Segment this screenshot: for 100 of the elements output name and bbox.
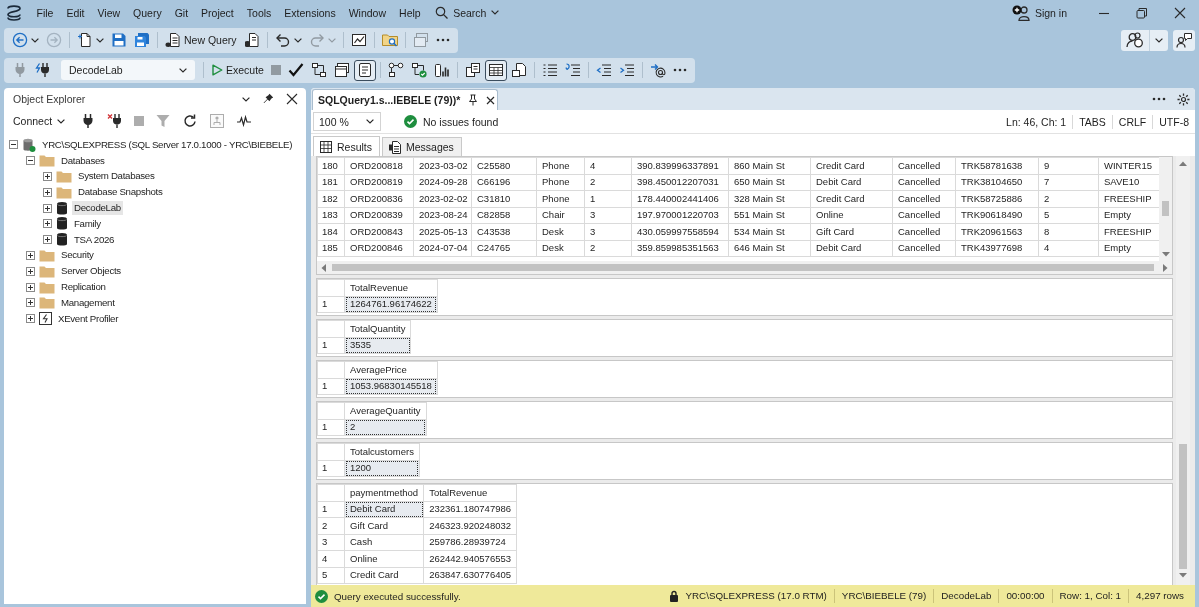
more-icon[interactable] — [1152, 97, 1166, 101]
line-ending[interactable]: CRLF — [1111, 114, 1153, 129]
menu-item[interactable]: Git — [168, 3, 195, 22]
table-cell: Cash — [344, 534, 424, 551]
table-cell: 2 — [584, 240, 632, 257]
bar-chart-icon — [433, 62, 450, 78]
person-speech-icon — [1176, 32, 1192, 48]
results-tab[interactable]: Messages — [382, 137, 462, 156]
minus-box-icon[interactable] — [9, 140, 18, 150]
new-query-button[interactable]: New Query — [162, 29, 240, 51]
column-header[interactable]: AveragePrice — [344, 361, 438, 378]
scroll-down-icon[interactable] — [1161, 252, 1170, 257]
plus-box-icon[interactable] — [26, 314, 35, 324]
minus-box-icon[interactable] — [26, 156, 35, 166]
table-cell: 398.450012207031 — [631, 174, 729, 191]
results-tab[interactable]: Results — [313, 136, 380, 156]
menu-item[interactable]: Tools — [240, 3, 278, 22]
close-icon[interactable] — [1174, 6, 1186, 19]
scroll-down-icon[interactable] — [1179, 573, 1187, 578]
tree-item[interactable]: XEvent Profiler — [56, 311, 121, 326]
plus-box-icon[interactable] — [43, 235, 52, 245]
restore-icon[interactable] — [1136, 6, 1148, 19]
horizontal-scrollbar[interactable] — [317, 261, 1172, 274]
sign-in-button[interactable]: Sign in — [1009, 1, 1069, 24]
document-tab[interactable]: SQLQuery1.s...IEBELE (79))* — [312, 89, 498, 110]
table-cell: 2024-09-28 — [413, 174, 472, 191]
pin-icon[interactable] — [262, 93, 274, 105]
vertical-scrollbar[interactable] — [1159, 157, 1172, 261]
column-header[interactable]: TotalRevenue — [423, 484, 517, 501]
results-to-grid-button[interactable] — [484, 59, 507, 81]
tree-item[interactable]: Server Objects — [59, 264, 123, 279]
scroll-right-icon[interactable] — [1163, 263, 1168, 272]
scroll-left-icon[interactable] — [321, 263, 326, 272]
plug-x-icon[interactable] — [107, 113, 124, 129]
search-button[interactable]: Search — [431, 3, 504, 22]
plus-box-icon[interactable] — [43, 172, 52, 181]
database-dropdown[interactable]: DecodeLab — [61, 60, 195, 80]
close-icon[interactable] — [286, 93, 298, 105]
connect-button[interactable]: Connect — [13, 113, 66, 129]
indentation-mode[interactable]: TABS — [1072, 114, 1112, 129]
table-cell: TRK58725886 — [955, 190, 1039, 207]
menu-item[interactable]: File — [30, 3, 60, 22]
column-header[interactable]: TotalRevenue — [344, 279, 438, 296]
menu-item[interactable]: Help — [392, 3, 428, 22]
indent-icon — [618, 62, 635, 78]
intellisense-button[interactable] — [353, 59, 376, 81]
menu-item[interactable]: Extensions — [277, 3, 343, 22]
caret-icon[interactable] — [242, 96, 250, 102]
vertical-scrollbar[interactable] — [1176, 156, 1190, 585]
tree-item[interactable]: Replication — [59, 280, 108, 295]
table-cell: 430.059997558594 — [631, 223, 729, 240]
plus-box-icon[interactable] — [43, 203, 52, 213]
plus-box-icon[interactable] — [43, 187, 52, 197]
tree-item[interactable]: DecodeLab — [72, 201, 123, 216]
share-button[interactable] — [1121, 29, 1168, 51]
table-cell: 232361.180747986 — [423, 501, 517, 518]
menu-item[interactable]: Query — [126, 3, 169, 22]
scrollbar-thumb[interactable] — [1162, 201, 1169, 216]
tree-item[interactable]: Family — [72, 216, 103, 231]
database-document-icon — [243, 32, 260, 48]
cursor-position[interactable]: Ln: 46, Ch: 1 — [1000, 114, 1073, 129]
lock-icon — [669, 590, 680, 602]
tree-item[interactable]: Databases — [59, 153, 107, 168]
plus-box-icon[interactable] — [26, 298, 35, 308]
execute-button[interactable]: Execute — [208, 59, 267, 81]
scrollbar-thumb[interactable] — [1179, 444, 1187, 569]
settings-icon[interactable] — [1177, 92, 1190, 106]
menu-item[interactable]: View — [91, 3, 127, 22]
menu-item[interactable]: Project — [194, 3, 241, 22]
feedback-button[interactable] — [1173, 29, 1195, 51]
pulse-icon[interactable] — [236, 113, 253, 129]
column-header[interactable]: paymentmethod — [344, 484, 424, 501]
menu-item[interactable]: Edit — [59, 3, 91, 22]
scrollbar-thumb[interactable] — [332, 264, 1154, 271]
tree-item[interactable]: Security — [59, 248, 96, 263]
zoom-dropdown[interactable]: 100 % — [313, 112, 381, 131]
row-number: 184 — [317, 223, 345, 240]
scroll-up-icon[interactable] — [1179, 161, 1187, 166]
column-header[interactable]: AverageQuantity — [344, 402, 427, 419]
table-cell: 3 — [584, 223, 632, 240]
close-icon[interactable] — [486, 95, 496, 105]
plus-box-icon[interactable] — [26, 250, 35, 260]
plus-box-icon[interactable] — [26, 266, 35, 276]
tree-item[interactable]: Database Snapshots — [76, 185, 165, 200]
column-header[interactable]: Totalcustomers — [344, 443, 420, 460]
tree-item[interactable]: YRC\SQLEXPRESS (SQL Server 17.0.1000 - YRC\BIEBELE) — [40, 137, 295, 152]
tree-item[interactable]: Management — [59, 295, 117, 310]
encoding[interactable]: UTF-8 — [1152, 114, 1195, 129]
tree-item[interactable]: TSA 2026 — [72, 232, 117, 247]
pin-icon[interactable] — [468, 94, 479, 106]
row-number: 1 — [317, 378, 345, 395]
document-icon — [165, 32, 181, 48]
table-cell: 246323.920248032 — [423, 517, 517, 534]
row-number: 1 — [317, 419, 345, 436]
menu-item[interactable]: Window — [342, 3, 393, 22]
column-header[interactable]: TotalQuantity — [344, 320, 411, 337]
tree-item[interactable]: System Databases — [76, 169, 157, 184]
plus-box-icon[interactable] — [43, 219, 52, 229]
window-icon — [412, 32, 429, 48]
plus-box-icon[interactable] — [26, 282, 35, 292]
